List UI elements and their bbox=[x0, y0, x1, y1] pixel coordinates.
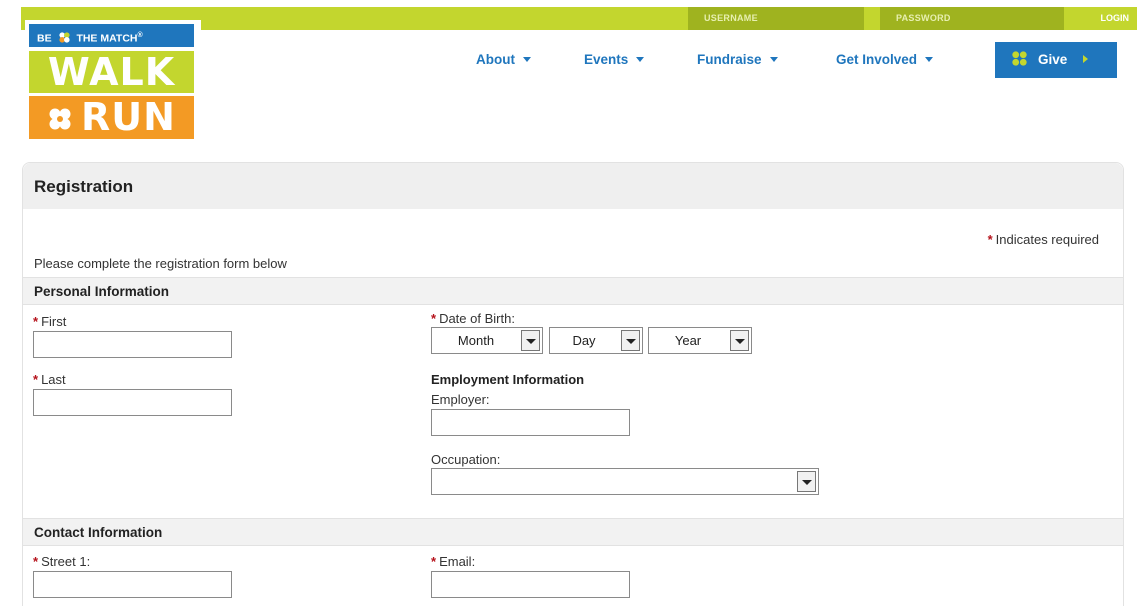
nav-about-label: About bbox=[476, 52, 515, 67]
street1-input[interactable] bbox=[33, 571, 232, 598]
chevron-down-icon bbox=[925, 57, 934, 62]
match-heart-icon bbox=[58, 31, 70, 43]
match-flower-icon bbox=[1012, 51, 1027, 66]
required-star-icon: * bbox=[33, 314, 39, 329]
first-name-label: * First bbox=[33, 314, 66, 329]
nav-get-involved-label: Get Involved bbox=[836, 52, 918, 67]
dropdown-button[interactable] bbox=[621, 330, 640, 351]
last-name-label: * Last bbox=[33, 372, 66, 387]
chevron-down-icon bbox=[636, 57, 645, 62]
login-button[interactable]: LOGIN bbox=[1101, 7, 1130, 30]
dropdown-button[interactable] bbox=[797, 471, 816, 492]
chevron-down-icon bbox=[522, 57, 531, 62]
password-field[interactable]: PASSWORD bbox=[880, 7, 1064, 30]
nav-get-involved[interactable]: Get Involved bbox=[836, 52, 934, 67]
dropdown-button[interactable] bbox=[521, 330, 540, 351]
employment-heading: Employment Information bbox=[431, 372, 585, 387]
required-star-icon: * bbox=[431, 554, 437, 569]
street1-label-text: Street 1: bbox=[41, 554, 91, 569]
chevron-down-icon bbox=[626, 339, 636, 344]
give-label: Give bbox=[1038, 52, 1068, 67]
email-label: * Email: bbox=[431, 554, 475, 569]
required-star-icon: * bbox=[33, 554, 39, 569]
dob-month-value: Month bbox=[457, 333, 495, 348]
required-star-icon: * bbox=[33, 372, 39, 387]
chevron-right-icon bbox=[1083, 55, 1089, 63]
nav-about[interactable]: About bbox=[476, 52, 531, 67]
occupation-value bbox=[432, 469, 792, 494]
nav-fundraise[interactable]: Fundraise bbox=[697, 52, 778, 67]
occupation-select[interactable] bbox=[431, 468, 819, 495]
match-flower-icon bbox=[49, 108, 71, 130]
dob-year-value: Year bbox=[674, 333, 702, 348]
panel-header: Registration bbox=[23, 163, 1123, 209]
logo-walk-text: WALK bbox=[29, 51, 194, 93]
logo-run-block: RUN bbox=[29, 96, 194, 139]
employer-input[interactable] bbox=[431, 409, 630, 436]
chevron-down-icon bbox=[802, 480, 812, 485]
dob-label-text: Date of Birth: bbox=[439, 311, 515, 326]
dob-year-select[interactable]: Year bbox=[648, 327, 752, 354]
last-name-label-text: Last bbox=[41, 372, 66, 387]
dob-month-select[interactable]: Month bbox=[431, 327, 543, 354]
nav-events[interactable]: Events bbox=[584, 52, 645, 67]
dob-day-select[interactable]: Day bbox=[549, 327, 643, 354]
form-intro: Please complete the registration form be… bbox=[34, 256, 287, 271]
page-title: Registration bbox=[34, 177, 134, 196]
logo-run-text: RUN bbox=[81, 95, 176, 139]
chevron-down-icon bbox=[526, 339, 536, 344]
nav-events-label: Events bbox=[584, 52, 629, 67]
email-label-text: Email: bbox=[439, 554, 476, 569]
be-the-match-banner: BE THE MATCH® bbox=[29, 24, 194, 47]
contact-info-section: Contact Information bbox=[23, 518, 1123, 546]
required-note-text: Indicates required bbox=[995, 232, 1099, 247]
logo-tagline-right: THE MATCH bbox=[76, 32, 138, 45]
chevron-down-icon bbox=[769, 57, 778, 62]
required-star-icon: * bbox=[431, 311, 437, 326]
email-input[interactable] bbox=[431, 571, 630, 598]
dob-day-value: Day bbox=[572, 333, 596, 348]
chevron-down-icon bbox=[735, 339, 745, 344]
section-heading: Personal Information bbox=[34, 284, 170, 299]
first-name-input[interactable] bbox=[33, 331, 232, 358]
walk-run-logo[interactable]: BE THE MATCH® WALK RUN bbox=[25, 20, 201, 143]
logo-tagline-left: BE bbox=[37, 32, 52, 45]
first-name-label-text: First bbox=[41, 314, 67, 329]
dropdown-button[interactable] bbox=[730, 330, 749, 351]
last-name-input[interactable] bbox=[33, 389, 232, 416]
section-heading: Contact Information bbox=[34, 525, 163, 540]
required-note: * Indicates required bbox=[988, 232, 1099, 247]
registered-mark: ® bbox=[137, 32, 143, 39]
required-star-icon: * bbox=[987, 232, 993, 247]
dob-label: * Date of Birth: bbox=[431, 311, 515, 326]
give-button[interactable]: Give bbox=[995, 42, 1117, 78]
street1-label: * Street 1: bbox=[33, 554, 90, 569]
registration-panel: Registration * Indicates required Please … bbox=[22, 162, 1124, 606]
employer-label: Employer: bbox=[431, 392, 490, 407]
personal-info-section: Personal Information bbox=[23, 277, 1123, 305]
occupation-label: Occupation: bbox=[431, 452, 501, 467]
username-field[interactable]: USERNAME bbox=[688, 7, 864, 30]
nav-fundraise-label: Fundraise bbox=[697, 52, 762, 67]
